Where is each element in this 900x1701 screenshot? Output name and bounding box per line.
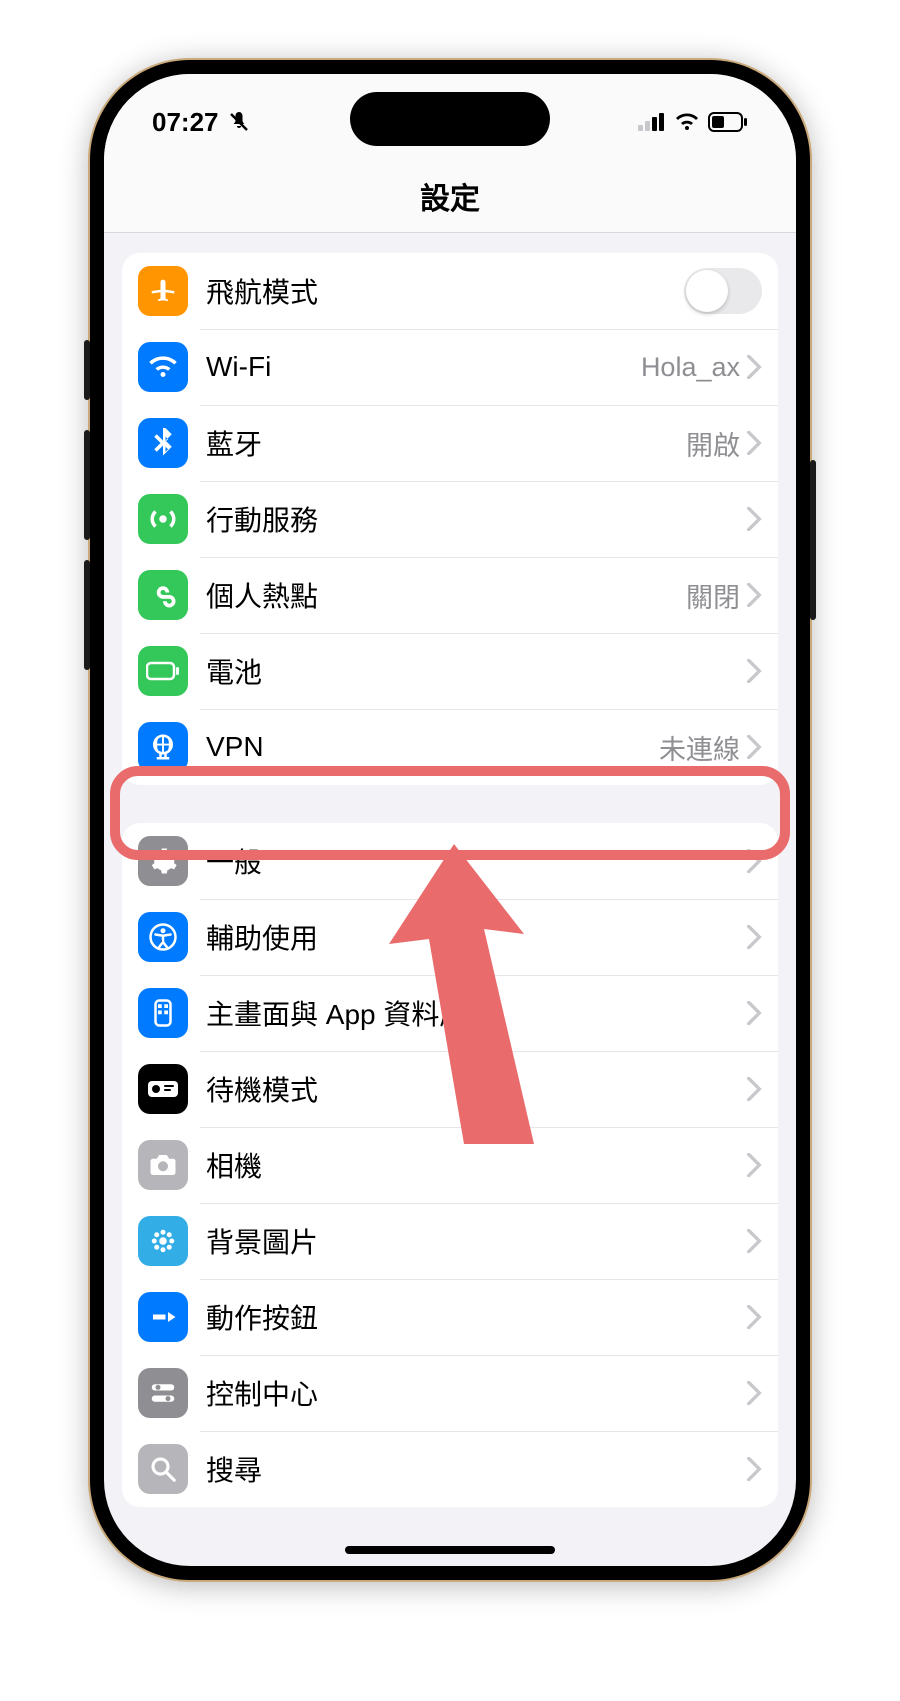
silent-icon xyxy=(227,110,251,134)
battery-icon xyxy=(708,112,748,132)
settings-group-system: 一般 輔助使用 主畫面與 App 資料庫 xyxy=(122,823,778,1507)
standby-icon xyxy=(138,1064,188,1114)
chevron-right-icon xyxy=(746,1457,762,1481)
volume-up-button xyxy=(84,430,90,540)
cellular-signal-icon xyxy=(638,113,666,131)
wifi-icon xyxy=(674,112,700,132)
action-button-icon xyxy=(138,1292,188,1342)
home-indicator[interactable] xyxy=(345,1546,555,1554)
page-title: 設定 xyxy=(104,148,796,233)
bluetooth-value: 開啟 xyxy=(686,424,740,463)
bluetooth-icon xyxy=(138,418,188,468)
chevron-right-icon xyxy=(746,659,762,683)
row-accessibility[interactable]: 輔助使用 xyxy=(122,899,778,975)
airplane-label: 飛航模式 xyxy=(206,271,684,311)
row-cellular[interactable]: 行動服務 xyxy=(122,481,778,557)
homescreen-label: 主畫面與 App 資料庫 xyxy=(206,993,746,1033)
volume-down-button xyxy=(84,560,90,670)
status-time: 07:27 xyxy=(152,107,219,138)
wifi-label: Wi-Fi xyxy=(206,351,641,383)
accessibility-label: 輔助使用 xyxy=(206,917,746,957)
cellular-icon xyxy=(138,494,188,544)
chevron-right-icon xyxy=(746,1153,762,1177)
chevron-right-icon xyxy=(746,583,762,607)
row-hotspot[interactable]: 個人熱點 關閉 xyxy=(122,557,778,633)
row-battery[interactable]: 電池 xyxy=(122,633,778,709)
silent-switch xyxy=(84,340,90,400)
homescreen-icon xyxy=(138,988,188,1038)
row-wifi[interactable]: Wi-Fi Hola_ax xyxy=(122,329,778,405)
row-standby[interactable]: 待機模式 xyxy=(122,1051,778,1127)
settings-group-connectivity: 飛航模式 Wi-Fi Hola_ax 藍牙 開啟 xyxy=(122,253,778,785)
action-label: 動作按鈕 xyxy=(206,1297,746,1337)
row-wallpaper[interactable]: 背景圖片 xyxy=(122,1203,778,1279)
wallpaper-label: 背景圖片 xyxy=(206,1221,746,1261)
wifi-settings-icon xyxy=(138,342,188,392)
chevron-right-icon xyxy=(746,431,762,455)
camera-icon xyxy=(138,1140,188,1190)
dynamic-island xyxy=(350,92,550,146)
search-label: 搜尋 xyxy=(206,1449,746,1489)
row-bluetooth[interactable]: 藍牙 開啟 xyxy=(122,405,778,481)
battery-label: 電池 xyxy=(206,651,746,691)
chevron-right-icon xyxy=(746,1077,762,1101)
row-control-center[interactable]: 控制中心 xyxy=(122,1355,778,1431)
control-center-icon xyxy=(138,1368,188,1418)
general-label: 一般 xyxy=(206,841,746,881)
power-button xyxy=(810,460,816,620)
hotspot-value: 關閉 xyxy=(686,576,740,615)
phone-frame: 07:27 設定 飛航模式 xyxy=(90,60,810,1580)
search-icon xyxy=(138,1444,188,1494)
chevron-right-icon xyxy=(746,849,762,873)
vpn-label: VPN xyxy=(206,731,659,763)
airplane-toggle[interactable] xyxy=(684,268,762,314)
hotspot-label: 個人熱點 xyxy=(206,575,686,615)
hotspot-icon xyxy=(138,570,188,620)
row-airplane-mode[interactable]: 飛航模式 xyxy=(122,253,778,329)
row-vpn[interactable]: VPN 未連線 xyxy=(122,709,778,785)
settings-content[interactable]: 飛航模式 Wi-Fi Hola_ax 藍牙 開啟 xyxy=(104,233,796,1545)
control-label: 控制中心 xyxy=(206,1373,746,1413)
chevron-right-icon xyxy=(746,355,762,379)
chevron-right-icon xyxy=(746,1381,762,1405)
chevron-right-icon xyxy=(746,1001,762,1025)
wifi-value: Hola_ax xyxy=(641,352,740,383)
vpn-value: 未連線 xyxy=(659,728,740,767)
chevron-right-icon xyxy=(746,507,762,531)
cellular-label: 行動服務 xyxy=(206,499,746,539)
accessibility-icon xyxy=(138,912,188,962)
chevron-right-icon xyxy=(746,1305,762,1329)
screen: 07:27 設定 飛航模式 xyxy=(104,74,796,1566)
gear-icon xyxy=(138,836,188,886)
bluetooth-label: 藍牙 xyxy=(206,423,686,463)
wallpaper-icon xyxy=(138,1216,188,1266)
row-action-button[interactable]: 動作按鈕 xyxy=(122,1279,778,1355)
airplane-icon xyxy=(138,266,188,316)
row-homescreen[interactable]: 主畫面與 App 資料庫 xyxy=(122,975,778,1051)
standby-label: 待機模式 xyxy=(206,1069,746,1109)
chevron-right-icon xyxy=(746,735,762,759)
chevron-right-icon xyxy=(746,1229,762,1253)
row-general[interactable]: 一般 xyxy=(122,823,778,899)
row-search[interactable]: 搜尋 xyxy=(122,1431,778,1507)
vpn-icon xyxy=(138,722,188,772)
chevron-right-icon xyxy=(746,925,762,949)
camera-label: 相機 xyxy=(206,1145,746,1185)
row-camera[interactable]: 相機 xyxy=(122,1127,778,1203)
battery-settings-icon xyxy=(138,646,188,696)
